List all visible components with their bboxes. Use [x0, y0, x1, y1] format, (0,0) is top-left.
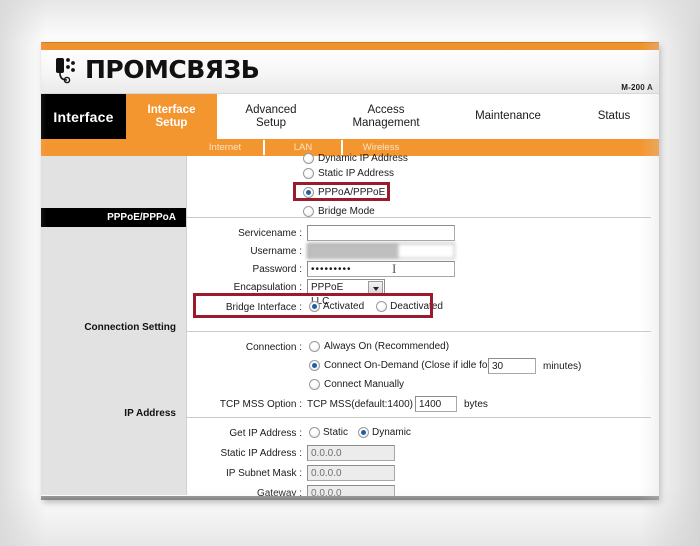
static-ip-address-label: Static IP Address : — [220, 448, 302, 459]
divider-pppoe — [187, 217, 651, 218]
tab-advanced-setup-line1: Advanced — [245, 103, 297, 116]
subnav-spacer — [41, 139, 186, 156]
divider-connection — [187, 331, 651, 332]
bridge-interface-label: Bridge Interface : — [225, 302, 302, 313]
tcp-mss-label: TCP MSS Option : — [219, 399, 302, 410]
tab-access-management-line1: Access — [367, 103, 405, 116]
isp-option-dynamic-ip[interactable]: Dynamic IP Address — [303, 153, 408, 164]
static-ip-address-input[interactable]: 0.0.0.0 — [307, 445, 395, 461]
settings-form: Dynamic IP Address Static IP Address PPP… — [187, 153, 659, 500]
radio-bridge-mode[interactable] — [303, 206, 314, 217]
servicename-input[interactable] — [307, 225, 455, 241]
subtab-internet[interactable]: Internet — [186, 139, 264, 156]
bridge-option-activated[interactable]: Activated — [309, 301, 364, 312]
isp-option-pppoa-pppoe-label: PPPoA/PPPoE — [318, 187, 386, 198]
model-number: M-200 A — [621, 83, 653, 92]
isp-option-static-ip-label: Static IP Address — [318, 168, 394, 179]
idle-timeout-input[interactable]: 30 — [488, 358, 536, 374]
isp-option-pppoa-pppoe[interactable]: PPPoA/PPPoE — [303, 187, 385, 198]
tab-advanced-setup-line2: Setup — [255, 116, 287, 129]
username-input[interactable]: user@example — [307, 243, 455, 259]
connection-option-manual-label: Connect Manually — [324, 379, 405, 390]
radio-always-on[interactable] — [309, 341, 320, 352]
connection-option-on-demand[interactable]: Connect On-Demand (Close if idle for — [309, 360, 491, 371]
tab-access-management[interactable]: Access Management — [325, 94, 447, 139]
password-input[interactable]: ••••••••• — [307, 261, 455, 277]
text-cursor-icon: I — [392, 261, 397, 276]
ip-subnet-mask-input[interactable]: 0.0.0.0 — [307, 465, 395, 481]
password-label: Password : — [252, 264, 302, 275]
subtab-wireless-label: Wireless — [362, 142, 400, 153]
radio-connect-manually[interactable] — [309, 379, 320, 390]
page-title: Interface — [41, 94, 126, 139]
tcp-mss-unit: bytes — [464, 399, 488, 410]
section-banner-pppoe: PPPoE/PPPoA — [41, 208, 186, 227]
connection-option-always-on-label: Always On (Recommended) — [324, 341, 450, 352]
tab-access-management-line2: Management — [352, 116, 420, 129]
get-ip-option-static-label: Static — [323, 427, 349, 438]
get-ip-option-static[interactable]: Static — [309, 427, 348, 438]
screenshot-root: ПРОМСВЯЗЬ M-200 A Interface Interface Se… — [0, 0, 700, 546]
encapsulation-select[interactable]: PPPoE LLC — [307, 279, 385, 307]
get-ip-address-label: Get IP Address : — [229, 428, 302, 439]
idle-timeout-unit: minutes) — [543, 361, 582, 372]
isp-option-static-ip[interactable]: Static IP Address — [303, 168, 394, 179]
section-label-connection-setting: Connection Setting — [84, 322, 176, 333]
get-ip-option-dynamic-label: Dynamic — [372, 427, 411, 438]
top-accent-bar — [41, 42, 659, 50]
subtab-internet-label: Internet — [208, 142, 242, 153]
divider-ip — [187, 417, 651, 418]
ip-subnet-mask-label: IP Subnet Mask : — [226, 468, 302, 479]
tcp-mss-description: TCP MSS(default:1400) — [307, 399, 413, 410]
get-ip-address-options: Static Dynamic — [309, 427, 411, 438]
isp-option-dynamic-ip-label: Dynamic IP Address — [318, 153, 408, 164]
radio-connect-on-demand[interactable] — [309, 360, 320, 371]
radio-bridge-activated[interactable] — [309, 301, 320, 312]
connection-option-on-demand-label: Connect On-Demand (Close if idle for — [324, 360, 491, 371]
connection-option-manual[interactable]: Connect Manually — [309, 379, 404, 390]
tab-status[interactable]: Status — [569, 94, 659, 139]
encapsulation-label: Encapsulation : — [233, 282, 302, 293]
servicename-label: Servicename : — [238, 228, 302, 239]
isp-option-bridge-mode-label: Bridge Mode — [318, 206, 375, 217]
tab-maintenance[interactable]: Maintenance — [447, 94, 569, 139]
tab-interface-setup-line1: Interface — [147, 103, 196, 116]
radio-pppoa-pppoe[interactable] — [303, 187, 314, 198]
radio-bridge-deactivated[interactable] — [376, 301, 388, 312]
router-admin-page: ПРОМСВЯЗЬ M-200 A Interface Interface Se… — [41, 42, 659, 500]
tcp-mss-input[interactable]: 1400 — [415, 396, 457, 412]
radio-dynamic-ip[interactable] — [303, 153, 314, 164]
tab-interface-setup[interactable]: Interface Setup — [126, 94, 217, 139]
connection-option-always-on[interactable]: Always On (Recommended) — [309, 341, 449, 352]
settings-body: PPPoE/PPPoA Connection Setting IP Addres… — [41, 153, 659, 500]
tab-advanced-setup[interactable]: Advanced Setup — [217, 94, 325, 139]
brand-lockup: ПРОМСВЯЗЬ — [53, 55, 260, 85]
tab-maintenance-label: Maintenance — [475, 110, 541, 122]
section-label-ip-address: IP Address — [124, 408, 176, 419]
tab-status-label: Status — [597, 110, 631, 122]
radio-ip-static[interactable] — [309, 427, 320, 438]
username-label: Username : — [250, 246, 302, 257]
brand-name: ПРОМСВЯЗЬ — [85, 55, 260, 84]
radio-ip-dynamic[interactable] — [358, 427, 370, 438]
bridge-option-deactivated[interactable]: Deactivated — [376, 301, 443, 312]
connection-label: Connection : — [245, 342, 302, 353]
section-label-column: PPPoE/PPPoA Connection Setting IP Addres… — [41, 156, 187, 495]
page-bottom-edge — [41, 496, 659, 500]
main-navigation: Interface Interface Setup Advanced Setup… — [41, 94, 659, 139]
chevron-down-icon[interactable] — [368, 281, 383, 294]
tab-interface-setup-line2: Setup — [155, 116, 188, 129]
bridge-option-deactivated-label: Deactivated — [390, 301, 443, 312]
radio-static-ip[interactable] — [303, 168, 314, 179]
bridge-interface-options: Activated Deactivated — [309, 301, 443, 312]
subtab-lan-label: LAN — [293, 142, 313, 153]
isp-option-bridge-mode[interactable]: Bridge Mode — [303, 206, 375, 217]
brand-header: ПРОМСВЯЗЬ M-200 A — [41, 50, 659, 94]
bridge-option-activated-label: Activated — [323, 301, 365, 312]
phone-logo-icon — [53, 55, 79, 85]
get-ip-option-dynamic[interactable]: Dynamic — [358, 427, 411, 438]
